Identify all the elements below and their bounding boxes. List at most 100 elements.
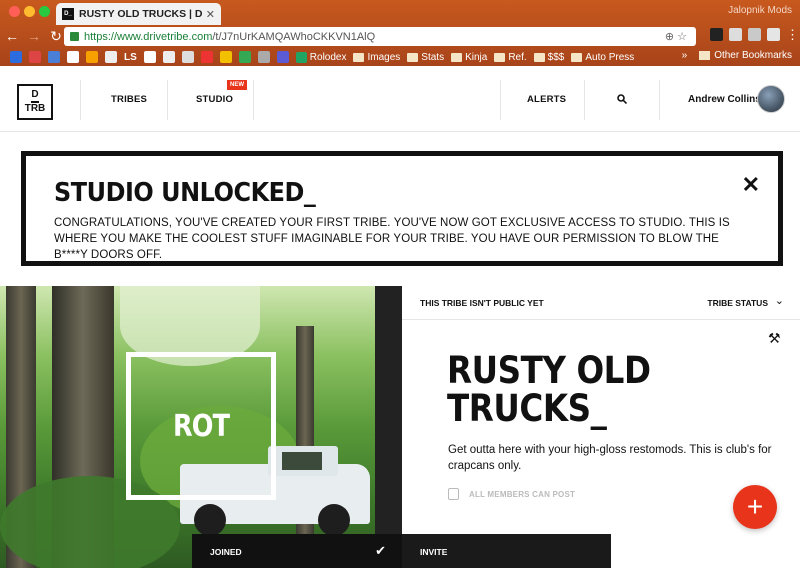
header-divider [659, 80, 660, 120]
tab-title: RUSTY OLD TRUCKS | DRIVE [79, 8, 202, 20]
bookmark-ls[interactable]: LS [124, 52, 137, 63]
nav-tribes[interactable]: TRIBES [111, 94, 147, 105]
bookmark-folder-ref[interactable]: Ref. [494, 51, 527, 63]
header-divider [80, 80, 81, 120]
invite-label: INVITE [420, 547, 448, 557]
back-arrow-icon[interactable]: ← [2, 28, 22, 44]
joined-label: JOINED [210, 547, 242, 557]
bookmark-folder-stats[interactable]: Stats [407, 52, 444, 63]
folder-icon [407, 52, 419, 62]
bookmark-icon[interactable] [86, 51, 98, 63]
other-bookmarks-label: Other Bookmarks [714, 50, 792, 61]
extension-icon[interactable] [767, 28, 780, 41]
tribe-badge: ROT [126, 352, 276, 500]
bookmark-label: Rolodex [309, 51, 347, 63]
folder-icon [571, 52, 583, 62]
nav-alerts[interactable]: ALERTS [527, 94, 566, 105]
other-bookmarks[interactable]: » Other Bookmarks [682, 50, 792, 61]
bookmark-folder-kinja[interactable]: Kinja [451, 52, 487, 63]
studio-unlocked-banner: STUDIO UNLOCKED_ CONGRATULATIONS, YOU'VE… [21, 151, 783, 266]
tools-icon[interactable]: ⚒ [768, 330, 781, 347]
bookmark-icon[interactable] [29, 51, 41, 63]
bookmark-icon[interactable] [143, 51, 156, 63]
bookmarks-bar: LS Rolodex Images Stats Kinja Ref. $$$ A… [0, 48, 800, 66]
bookmark-icon[interactable] [238, 51, 251, 63]
extension-icon[interactable] [729, 28, 742, 41]
search-icon[interactable] [617, 94, 627, 104]
tab-close-icon[interactable]: ✕ [206, 8, 215, 21]
avatar[interactable] [757, 85, 785, 113]
extension-icon[interactable] [748, 28, 761, 41]
bookmark-icon[interactable] [181, 51, 194, 63]
tribe-title: RUSTY OLD TRUCKS_ [447, 349, 651, 430]
image-edge [375, 286, 402, 568]
chevron-down-icon[interactable]: ⌄ [775, 294, 784, 307]
tribe-status-dropdown[interactable]: TRIBE STATUS [707, 298, 768, 308]
maximize-window-button[interactable] [39, 6, 50, 17]
bookmark-label: Images [367, 51, 401, 63]
bookmark-icon[interactable] [200, 51, 213, 63]
browser-nav-row: ← → ↻ https://www.drivetribe.com /t/J7nU… [0, 25, 800, 47]
folder-icon [699, 51, 711, 60]
nav-studio[interactable]: STUDIO [196, 94, 233, 105]
forward-arrow-icon[interactable]: → [24, 28, 44, 44]
secure-lock-icon [70, 32, 79, 41]
header-divider [167, 80, 168, 120]
bookmark-label: Stats [421, 51, 445, 63]
extension-icon[interactable] [710, 28, 723, 41]
extension-icons: ⋮ [710, 28, 799, 41]
truck-wheel [194, 504, 226, 536]
tribe-description: Get outta here with your high-gloss rest… [448, 444, 772, 472]
bookmark-icon[interactable] [10, 51, 22, 63]
browser-tab[interactable]: D_ RUSTY OLD TRUCKS | DRIVE ✕ [56, 3, 221, 25]
bookmark-label: Ref. [508, 51, 527, 63]
url-path: /t/J7nUrKAMQAWhoCKKVN1AlQ [212, 30, 376, 43]
user-name[interactable]: Andrew Collins [688, 94, 761, 105]
bookmark-rolodex[interactable]: Rolodex [295, 51, 347, 63]
bookmark-icon[interactable] [219, 51, 232, 63]
close-icon[interactable]: ✕ [742, 174, 760, 196]
bookmark-icon[interactable] [257, 51, 270, 63]
create-post-button[interactable]: + [733, 485, 777, 529]
logo-bottom: TRB [24, 102, 46, 114]
close-window-button[interactable] [9, 6, 20, 17]
folder-icon [451, 52, 463, 62]
bookmark-label: Kinja [465, 51, 488, 63]
drivetribe-logo[interactable]: D TRB [17, 84, 53, 120]
minimize-window-button[interactable] [24, 6, 35, 17]
bookmark-icon[interactable] [48, 51, 60, 63]
bookmark-icon[interactable] [105, 51, 117, 63]
drivetribe-favicon-icon: D_ [62, 8, 74, 20]
reload-icon[interactable]: ↻ [46, 28, 66, 45]
site-header: D TRB TRIBES STUDIO NEW ALERTS Andrew Co… [0, 66, 800, 132]
checkmark-icon: ✔ [375, 543, 386, 558]
address-bar[interactable]: https://www.drivetribe.com /t/J7nUrKAMQA… [64, 27, 696, 46]
joined-button[interactable]: JOINED ✔ [192, 534, 402, 568]
header-divider [584, 80, 585, 120]
bookmark-icon[interactable] [67, 51, 79, 63]
lock-icon [448, 488, 459, 500]
browser-profile[interactable]: Jalopnik Mods [728, 5, 792, 16]
url-host: https://www.drivetribe.com [84, 30, 213, 43]
header-divider [253, 80, 254, 120]
bookmark-label: $$$ [547, 51, 565, 63]
sheet-icon [295, 51, 307, 63]
bookmark-folder-images[interactable]: Images [353, 52, 400, 63]
bookmark-folder-auto-press[interactable]: Auto Press [571, 52, 634, 63]
tribe-visibility-text: THIS TRIBE ISN'T PUBLIC YET [420, 298, 544, 308]
browser-menu-icon[interactable]: ⋮ [786, 28, 799, 41]
bookmark-label: Auto Press [585, 51, 635, 63]
tribe-status-bar: THIS TRIBE ISN'T PUBLIC YET TRIBE STATUS… [402, 286, 800, 320]
bookmarks-overflow-icon[interactable]: » [682, 50, 688, 61]
bookmark-folder-money[interactable]: $$$ [533, 51, 565, 63]
bookmark-star-icon[interactable]: ⊕☆ [665, 30, 690, 43]
posting-permission-label: ALL MEMBERS CAN POST [469, 489, 576, 499]
banner-text: CONGRATULATIONS, YOU'VE CREATED YOUR FIR… [54, 217, 730, 261]
invite-button[interactable]: INVITE [402, 534, 611, 568]
folder-icon [533, 52, 545, 62]
posting-permission[interactable]: ALL MEMBERS CAN POST [448, 488, 575, 500]
truck-wheel [318, 504, 350, 536]
bookmark-icon[interactable] [276, 51, 289, 63]
folder-icon [494, 52, 506, 62]
bookmark-icon[interactable] [162, 51, 175, 63]
